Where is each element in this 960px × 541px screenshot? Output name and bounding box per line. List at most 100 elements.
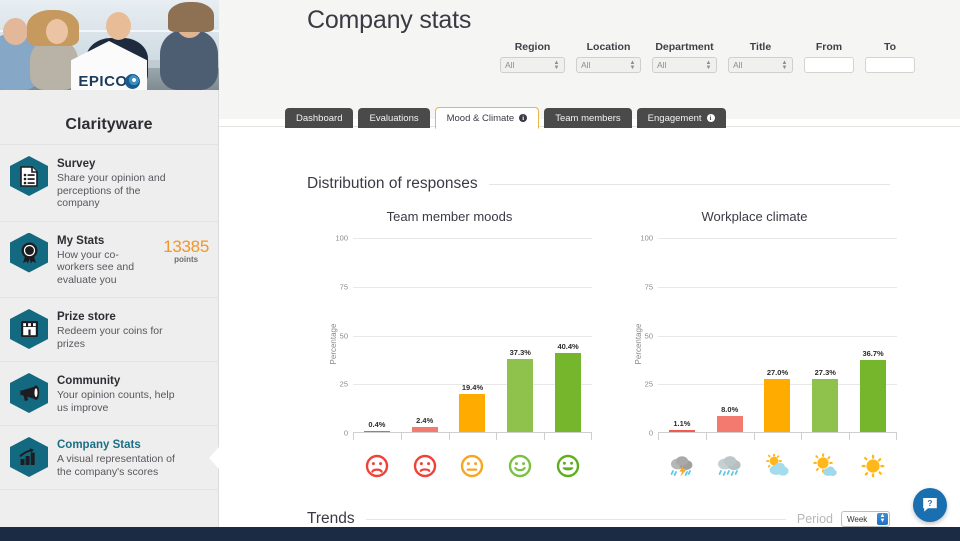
bar[interactable] bbox=[459, 394, 485, 432]
bar[interactable] bbox=[717, 416, 743, 432]
charts-row: Team member moods Percentage 100 75 50 2… bbox=[219, 209, 960, 481]
info-icon[interactable]: i bbox=[519, 114, 527, 122]
logo-swirl-icon bbox=[125, 74, 140, 89]
bar-item[interactable]: 1.1% bbox=[658, 238, 706, 432]
document-list-icon bbox=[10, 156, 48, 196]
bar-item[interactable]: 37.3% bbox=[496, 238, 544, 432]
x-label-very-sad-face bbox=[353, 451, 401, 481]
bar[interactable] bbox=[764, 379, 790, 432]
section-divider bbox=[489, 184, 890, 185]
bar[interactable] bbox=[364, 431, 390, 433]
bar-value-label: 27.0% bbox=[767, 368, 788, 377]
bar-item[interactable]: 27.0% bbox=[754, 238, 802, 432]
sidebar-item-company-stats[interactable]: Company Stats A visual representation of… bbox=[0, 425, 218, 489]
y-tick: 0 bbox=[344, 429, 348, 438]
sidebar-item-survey[interactable]: Survey Share your opinion and perception… bbox=[0, 144, 218, 221]
filter-bar: Region All ▲▼ Location All ▲▼ Department… bbox=[500, 41, 915, 73]
x-axis-ticks bbox=[658, 433, 897, 440]
bottom-bar bbox=[0, 527, 960, 541]
tab-dashboard[interactable]: Dashboard bbox=[285, 108, 353, 128]
tab-label: Team members bbox=[555, 113, 620, 124]
bar-value-label: 40.4% bbox=[557, 342, 578, 351]
document-list-icon-svg bbox=[19, 166, 39, 187]
x-label-happy-face bbox=[496, 451, 544, 481]
stepper-icon[interactable]: ▲▼ bbox=[877, 513, 888, 525]
filter-department: Department All ▲▼ bbox=[652, 41, 717, 73]
filter-region-select[interactable]: All ▲▼ bbox=[500, 57, 565, 73]
bar[interactable] bbox=[812, 379, 838, 433]
filter-value: All bbox=[505, 60, 514, 70]
filter-value: All bbox=[733, 60, 742, 70]
stepper-icon[interactable]: ▲▼ bbox=[781, 60, 788, 72]
y-axis-label: Percentage bbox=[329, 324, 338, 365]
filter-label: Title bbox=[728, 41, 793, 53]
megaphone-icon bbox=[10, 373, 48, 413]
stepper-icon[interactable]: ▲▼ bbox=[705, 60, 712, 72]
sidebar-item-community[interactable]: Community Your opinion counts, help us i… bbox=[0, 361, 218, 425]
mood-face-axis bbox=[307, 451, 592, 481]
filter-label: Department bbox=[652, 41, 717, 53]
sidebar: EPICO Clarityware bbox=[0, 0, 219, 527]
x-label-sun bbox=[849, 451, 897, 481]
bar-item[interactable]: 2.4% bbox=[401, 238, 449, 432]
filter-title-select[interactable]: All ▲▼ bbox=[728, 57, 793, 73]
filter-label: Region bbox=[500, 41, 565, 53]
y-tick: 75 bbox=[340, 282, 348, 291]
tab-engagement[interactable]: Engagement i bbox=[637, 108, 726, 128]
bar[interactable] bbox=[669, 430, 695, 433]
sidebar-item-prize-store[interactable]: Prize store Redeem your coins for prizes bbox=[0, 297, 218, 361]
bar-item[interactable]: 0.4% bbox=[353, 238, 401, 432]
very-sad-face-icon bbox=[365, 454, 389, 478]
filter-from: From bbox=[804, 41, 854, 73]
x-label-sun-with-small-cloud bbox=[801, 451, 849, 481]
period-select[interactable]: Week ▲▼ bbox=[841, 511, 890, 527]
bar[interactable] bbox=[412, 427, 438, 432]
period-label: Period bbox=[797, 512, 833, 526]
bar-chart-arrow-icon bbox=[10, 437, 48, 477]
x-label-sad-face bbox=[401, 451, 449, 481]
filter-location-select[interactable]: All ▲▼ bbox=[576, 57, 641, 73]
help-chat-icon: ? bbox=[921, 496, 939, 514]
tab-label: Evaluations bbox=[369, 113, 418, 124]
help-chat-button[interactable]: ? bbox=[913, 488, 947, 522]
tab-label: Mood & Climate bbox=[447, 113, 515, 124]
tab-team-members[interactable]: Team members bbox=[544, 108, 631, 128]
sun-with-small-cloud-icon bbox=[811, 453, 839, 479]
bar[interactable] bbox=[555, 353, 581, 432]
sidebar-item-label: My Stats bbox=[57, 234, 139, 248]
filter-value: All bbox=[581, 60, 590, 70]
filter-department-select[interactable]: All ▲▼ bbox=[652, 57, 717, 73]
tab-evaluations[interactable]: Evaluations bbox=[358, 108, 429, 128]
stepper-icon[interactable]: ▲▼ bbox=[629, 60, 636, 72]
bar-item[interactable]: 40.4% bbox=[544, 238, 592, 432]
info-icon[interactable]: i bbox=[707, 114, 715, 122]
brand-name: Clarityware bbox=[0, 90, 218, 144]
section-title: Distribution of responses bbox=[307, 175, 478, 193]
bar[interactable] bbox=[507, 359, 533, 432]
bar-item[interactable]: 19.4% bbox=[449, 238, 497, 432]
sun-icon bbox=[859, 453, 887, 479]
person-2-body bbox=[30, 40, 78, 90]
bar-value-label: 36.7% bbox=[862, 349, 883, 358]
filter-to-input[interactable] bbox=[865, 57, 915, 73]
bar-value-label: 37.3% bbox=[510, 348, 531, 357]
bar-value-label: 0.4% bbox=[368, 420, 385, 429]
period-control: Period Week ▲▼ bbox=[797, 511, 890, 527]
grid-area: 100 75 50 25 0 0.4% 2.4 bbox=[353, 238, 592, 433]
sidebar-item-label: Company Stats bbox=[57, 438, 175, 452]
award-ribbon-icon bbox=[10, 233, 48, 273]
bar[interactable] bbox=[860, 360, 886, 432]
bars-group: 1.1% 8.0% 27.0% bbox=[658, 238, 897, 432]
filter-title: Title All ▲▼ bbox=[728, 41, 793, 73]
filter-from-input[interactable] bbox=[804, 57, 854, 73]
points-badge: 13385 points bbox=[163, 238, 209, 264]
page-title: Company stats bbox=[307, 6, 471, 35]
bar-item[interactable]: 8.0% bbox=[706, 238, 754, 432]
grid-area: 100 75 50 25 0 1.1% 8.0 bbox=[658, 238, 897, 433]
stepper-icon[interactable]: ▲▼ bbox=[553, 60, 560, 72]
svg-text:?: ? bbox=[928, 499, 933, 508]
bar-item[interactable]: 27.3% bbox=[801, 238, 849, 432]
tab-mood-climate[interactable]: Mood & Climate i bbox=[435, 107, 540, 129]
sidebar-item-my-stats[interactable]: My Stats How your co-workers see and eva… bbox=[0, 221, 218, 298]
bar-item[interactable]: 36.7% bbox=[849, 238, 897, 432]
